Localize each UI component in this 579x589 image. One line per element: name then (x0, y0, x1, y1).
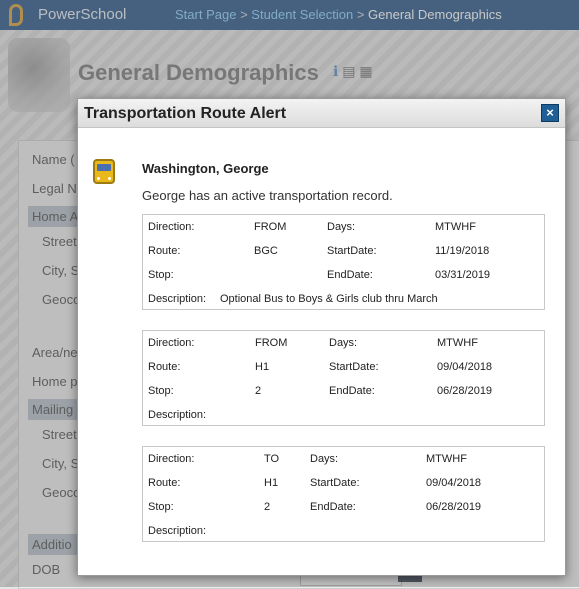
direction-label: Direction: (148, 337, 195, 349)
transport-record-card: Direction: FROM Days: MTWHF Route: H1 St… (142, 330, 545, 426)
description-label: Description: (148, 525, 207, 537)
route-value: BGC (254, 245, 278, 257)
start-date-value: 09/04/2018 (426, 477, 482, 489)
days-value: MTWHF (435, 221, 476, 233)
direction-value: FROM (255, 337, 288, 349)
stop-label: Stop: (148, 269, 174, 281)
route-label: Route: (148, 245, 181, 257)
end-date-value: 06/28/2019 (426, 501, 482, 513)
start-date-label: StartDate: (327, 245, 377, 257)
transport-record-card: Direction: FROM Days: MTWHF Route: BGC S… (142, 214, 545, 310)
description-label: Description: (148, 293, 207, 305)
days-label: Days: (310, 453, 339, 465)
direction-value: FROM (254, 221, 287, 233)
start-date-value: 11/19/2018 (435, 245, 490, 257)
close-button[interactable]: × (541, 104, 559, 122)
dialog-header: Transportation Route Alert × (78, 99, 565, 128)
stop-value: 2 (255, 385, 262, 397)
days-label: Days: (329, 337, 358, 349)
description-value: Optional Bus to Boys & Girls club thru M… (220, 293, 438, 305)
route-label: Route: (148, 477, 181, 489)
days-value: MTWHF (437, 337, 478, 349)
description-label: Description: (148, 409, 207, 421)
end-date-label: EndDate: (327, 269, 373, 281)
transport-record-card: Direction: TO Days: MTWHF Route: H1 Star… (142, 446, 545, 542)
days-value: MTWHF (426, 453, 467, 465)
start-date-value: 09/04/2018 (437, 361, 493, 373)
end-date-value: 06/28/2019 (437, 385, 493, 397)
student-name: Washington, George (142, 161, 269, 176)
direction-label: Direction: (148, 221, 195, 233)
route-value: H1 (255, 361, 270, 373)
stop-label: Stop: (148, 385, 174, 397)
transportation-alert-dialog: Transportation Route Alert × Washington,… (77, 98, 566, 576)
stop-label: Stop: (148, 501, 174, 513)
route-value: H1 (264, 477, 279, 489)
alert-message: George has an active transportation reco… (142, 188, 393, 203)
bus-icon (93, 159, 115, 184)
days-label: Days: (327, 221, 356, 233)
direction-label: Direction: (148, 453, 195, 465)
route-label: Route: (148, 361, 181, 373)
end-date-label: EndDate: (310, 501, 356, 513)
start-date-label: StartDate: (310, 477, 360, 489)
end-date-label: EndDate: (329, 385, 375, 397)
stop-value: 2 (264, 501, 271, 513)
dialog-title: Transportation Route Alert (84, 105, 287, 122)
end-date-value: 03/31/2019 (435, 269, 491, 281)
start-date-label: StartDate: (329, 361, 379, 373)
direction-value: TO (264, 453, 280, 465)
